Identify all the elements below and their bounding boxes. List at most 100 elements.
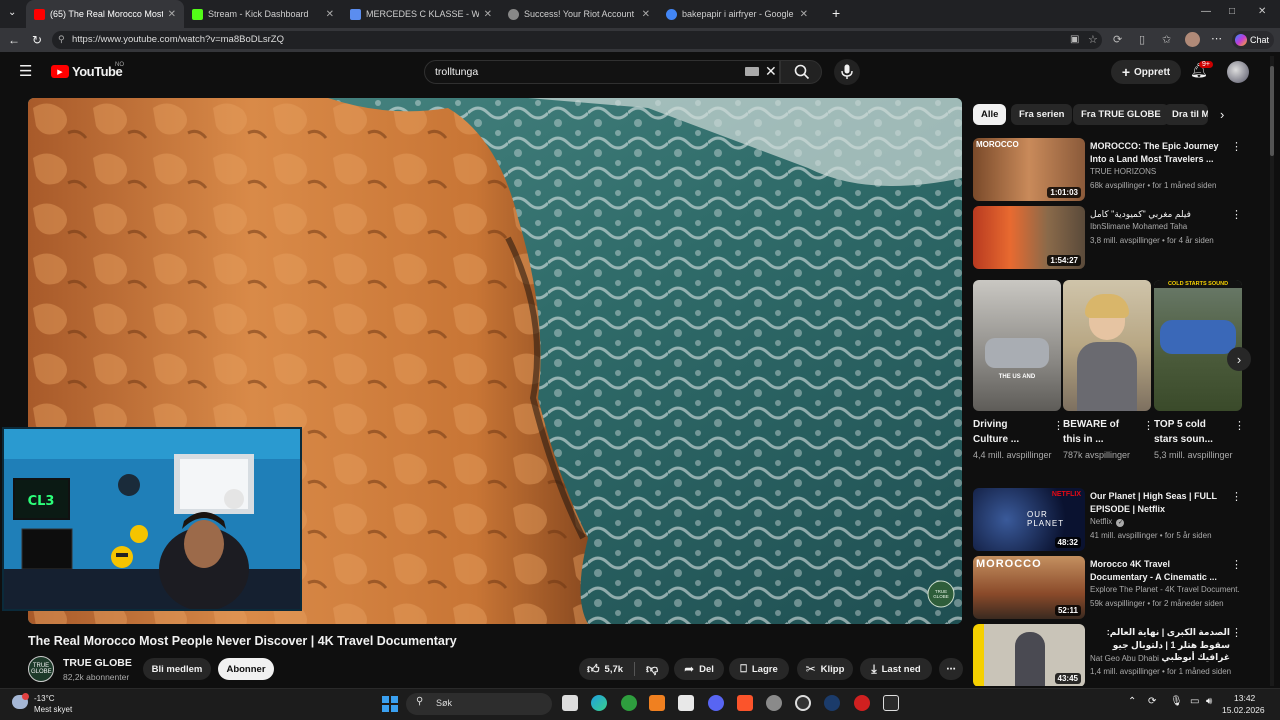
brave-icon[interactable] xyxy=(737,695,753,711)
youtube-favicon-icon xyxy=(34,8,45,20)
youtube-logo[interactable]: ▶ YouTube xyxy=(51,64,123,79)
close-tab-icon[interactable]: ✕ xyxy=(168,9,176,20)
close-tab-icon[interactable]: ✕ xyxy=(800,9,808,20)
xbox-icon[interactable] xyxy=(621,695,637,711)
steam-icon[interactable] xyxy=(824,695,840,711)
more-vertical-icon[interactable]: ⋮ xyxy=(1231,490,1242,503)
browser-tab-youtube[interactable]: (65) The Real Morocco Most P ✕ xyxy=(26,0,184,28)
more-vertical-icon[interactable]: ⋮ xyxy=(1231,208,1242,221)
browser-menu-icon[interactable]: ⋯ xyxy=(1211,32,1222,45)
video-thumbnail[interactable]: 1:54:27 xyxy=(973,206,1085,269)
chip-from-series[interactable]: Fra serien xyxy=(1011,104,1073,125)
app-red-icon[interactable] xyxy=(854,695,870,711)
maximize-icon[interactable]: □ xyxy=(1229,6,1235,17)
clock-time[interactable]: 13:42 xyxy=(1234,693,1255,703)
video-thumbnail[interactable]: MOROCCO 52:11 xyxy=(973,556,1085,619)
short-thumbnail[interactable]: COLD STARTS SOUND xyxy=(1154,280,1242,411)
more-vertical-icon[interactable]: ⋮ xyxy=(1143,419,1154,432)
windows-start-icon[interactable] xyxy=(382,696,398,712)
search-input[interactable]: trolltunga ✕ xyxy=(424,60,780,84)
reload-icon[interactable]: ↻ xyxy=(32,33,42,47)
more-vertical-icon[interactable]: ⋮ xyxy=(1231,558,1242,571)
hair-shape xyxy=(1085,294,1129,318)
app-install-icon[interactable]: ▣ xyxy=(1070,34,1079,45)
channel-name-link[interactable]: TRUE GLOBE xyxy=(63,657,132,669)
address-bar[interactable]: ⚲ https://www.youtube.com/watch?v=ma8BoD… xyxy=(52,31,1102,49)
edge-browser-icon[interactable] xyxy=(591,695,607,711)
shorts-next-button[interactable]: › xyxy=(1227,347,1251,371)
video-thumbnail[interactable]: MOROCCO 1:01:03 xyxy=(973,138,1085,201)
tray-app-icon[interactable]: ⟳ xyxy=(1148,696,1156,707)
like-button[interactable]: 👍︎ 5,7k xyxy=(587,662,623,677)
task-view-icon[interactable] xyxy=(562,695,578,711)
bookmark-star-icon[interactable]: ☆ xyxy=(1088,33,1098,46)
close-tab-icon[interactable]: ✕ xyxy=(484,9,492,20)
short-thumbnail[interactable] xyxy=(1063,280,1151,411)
scrollbar-thumb[interactable] xyxy=(1270,66,1274,156)
hamburger-menu-icon[interactable]: ☰ xyxy=(19,62,32,80)
network-icon[interactable]: ▭ xyxy=(1190,696,1199,707)
join-membership-button[interactable]: Bli medlem xyxy=(143,658,211,680)
tab-list-chevron-icon[interactable]: ⌄ xyxy=(8,7,16,18)
back-arrow-icon[interactable]: ← xyxy=(8,33,20,47)
obs-icon[interactable] xyxy=(795,695,811,711)
vlc-icon[interactable] xyxy=(649,695,665,711)
close-tab-icon[interactable]: ✕ xyxy=(642,9,650,20)
browser-tab-riot[interactable]: Success! Your Riot Account is now ✕ xyxy=(500,0,658,28)
favorites-icon[interactable]: ✩ xyxy=(1162,33,1171,46)
site-info-icon[interactable]: ⚲ xyxy=(58,34,65,45)
store-icon[interactable] xyxy=(678,695,694,711)
microphone-tray-icon[interactable]: 🎙︎ xyxy=(1170,696,1183,707)
create-button[interactable]: + Opprett xyxy=(1111,60,1181,84)
recommended-video[interactable]: 43:45 الصدمة الكبرى | نهاية العالم: سقوط… xyxy=(973,624,1263,686)
recommended-video[interactable]: 1:54:27 فيلم مغربي "كميودية" كامل IbnSli… xyxy=(973,206,1263,270)
copilot-chat-button[interactable]: Chat xyxy=(1232,31,1274,49)
save-button[interactable]: ⎕ Lagre xyxy=(729,658,789,680)
thumbs-down-icon[interactable]: 👎︎ xyxy=(646,662,658,677)
subscribe-button[interactable]: Abonner xyxy=(218,658,274,680)
window-close-icon[interactable]: ✕ xyxy=(1258,6,1266,17)
video-thumbnail[interactable]: NETFLIX OUR PLANET 48:32 xyxy=(973,488,1085,551)
new-tab-plus-icon[interactable]: + xyxy=(832,5,840,21)
chip-all[interactable]: Alle xyxy=(973,104,1007,125)
chevron-right-icon[interactable]: › xyxy=(1220,107,1224,122)
download-button[interactable]: ⤓ Last ned xyxy=(860,658,932,680)
share-button[interactable]: ➦ Del xyxy=(674,658,724,680)
short-thumbnail[interactable]: THE US AND xyxy=(973,280,1061,411)
more-horizontal-icon: ⋯ xyxy=(946,663,956,675)
voice-search-button[interactable] xyxy=(834,59,860,85)
keyboard-icon[interactable] xyxy=(745,67,759,76)
more-actions-button[interactable]: ⋯ xyxy=(939,658,963,680)
browser-tab-kick[interactable]: Stream - Kick Dashboard ✕ xyxy=(184,0,342,28)
close-tab-icon[interactable]: ✕ xyxy=(326,9,334,20)
split-view-icon[interactable]: ▯ xyxy=(1139,33,1145,46)
extensions-icon[interactable]: ⟳ xyxy=(1113,33,1122,46)
taskbar-search-box[interactable]: ⚲ Søk xyxy=(406,693,552,715)
search-button[interactable] xyxy=(780,60,822,84)
more-vertical-icon[interactable]: ⋮ xyxy=(1231,140,1242,153)
discord-icon[interactable] xyxy=(708,695,724,711)
clip-button[interactable]: ✂ Klipp xyxy=(797,658,853,680)
clear-search-icon[interactable]: ✕ xyxy=(765,63,777,80)
more-vertical-icon[interactable]: ⋮ xyxy=(1234,419,1245,432)
browser-tab-mercedes[interactable]: MERCEDES C KLASSE - W204 - AM ✕ xyxy=(342,0,500,28)
page-scrollbar[interactable] xyxy=(1270,56,1274,686)
account-avatar[interactable] xyxy=(1227,61,1249,83)
recommended-video[interactable]: MOROCCO 52:11 Morocco 4K Travel Document… xyxy=(973,556,1263,620)
minimize-icon[interactable]: — xyxy=(1201,6,1211,17)
channel-avatar[interactable]: TRUE GLOBE xyxy=(28,656,54,682)
chip-go-to[interactable]: Dra til M xyxy=(1164,104,1208,125)
epic-games-icon[interactable] xyxy=(883,695,899,711)
settings-gear-icon[interactable] xyxy=(766,695,782,711)
video-meta: 59k avspillinger • for 2 måneder siden xyxy=(1090,599,1224,608)
more-vertical-icon[interactable]: ⋮ xyxy=(1231,626,1242,639)
tray-overflow-chevron-icon[interactable]: ⌃ xyxy=(1128,696,1136,707)
clock-date[interactable]: 15.02.2026 xyxy=(1222,705,1265,715)
video-thumbnail[interactable]: 43:45 xyxy=(973,624,1085,686)
browser-tab-google[interactable]: bakepapir i airfryer - Google Search ✕ xyxy=(658,0,816,28)
chip-from-channel[interactable]: Fra TRUE GLOBE xyxy=(1073,104,1169,125)
recommended-video[interactable]: MOROCCO 1:01:03 MOROCCO: The Epic Journe… xyxy=(973,138,1263,202)
recommended-video[interactable]: NETFLIX OUR PLANET 48:32 Our Planet | Hi… xyxy=(973,488,1263,552)
profile-avatar[interactable] xyxy=(1185,32,1200,47)
volume-icon[interactable]: 🔊︎ xyxy=(1206,696,1212,707)
